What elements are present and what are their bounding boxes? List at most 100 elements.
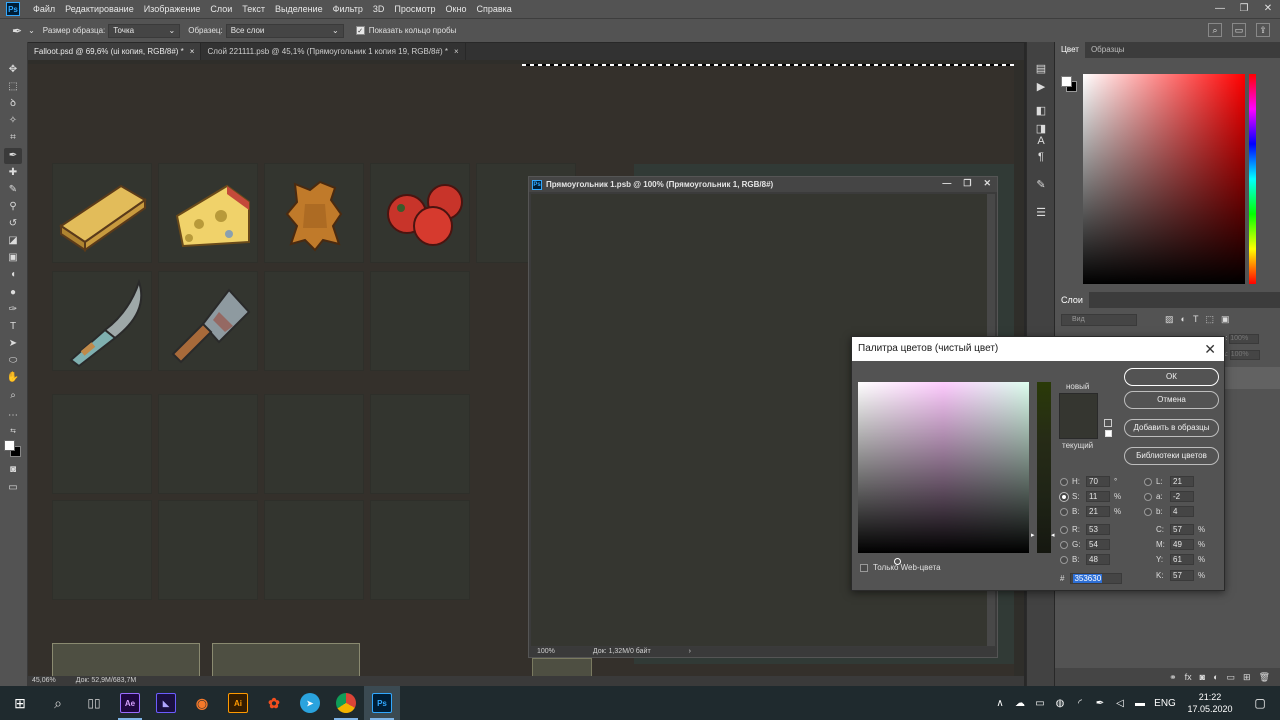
slot-machete[interactable] bbox=[52, 271, 152, 371]
menu-select[interactable]: Выделение bbox=[270, 0, 328, 18]
radio-h[interactable] bbox=[1060, 477, 1068, 486]
add-to-swatches-button[interactable]: Добавить в образцы bbox=[1124, 419, 1219, 437]
maximize-button[interactable]: ❐ bbox=[1232, 0, 1256, 18]
paragraph-icon[interactable]: ¶ bbox=[1034, 150, 1048, 164]
saturation-brightness-field[interactable] bbox=[858, 382, 1029, 565]
character-icon[interactable]: A bbox=[1034, 134, 1048, 148]
taskbar-illustrator[interactable]: Ai bbox=[220, 686, 256, 720]
share-icon[interactable]: ⇪ bbox=[1256, 23, 1270, 37]
slot-cheese[interactable] bbox=[158, 163, 258, 263]
menu-view[interactable]: Просмотр bbox=[389, 0, 440, 18]
radio-g[interactable] bbox=[1060, 540, 1068, 549]
properties-icon[interactable]: ◧ bbox=[1034, 104, 1048, 118]
color-picker-titlebar[interactable]: Палитра цветов (чистый цвет) ✕ bbox=[852, 337, 1224, 361]
slider-arrow-right-icon[interactable]: ◂ bbox=[1051, 531, 1055, 539]
taskbar-search[interactable]: ⌕ bbox=[40, 686, 76, 720]
menu-edit[interactable]: Редактирование bbox=[60, 0, 139, 18]
app-tray-icon[interactable]: ◍ bbox=[1050, 698, 1070, 709]
brush-tool-icon[interactable]: ✎ bbox=[4, 182, 22, 198]
slot-empty[interactable] bbox=[264, 271, 364, 371]
ok-button[interactable]: ОК bbox=[1124, 368, 1219, 386]
floating-window-titlebar[interactable]: Ps Прямоугольник 1.psb @ 100% (Прямоугол… bbox=[529, 177, 997, 192]
lasso-tool-icon[interactable]: ꝺ bbox=[4, 96, 22, 112]
tab-swatches[interactable]: Образцы bbox=[1085, 42, 1131, 58]
radio-l[interactable] bbox=[1144, 477, 1152, 486]
input-h[interactable]: 70 bbox=[1086, 476, 1110, 487]
taskbar-blender[interactable]: ◉ bbox=[184, 686, 220, 720]
tab-layers[interactable]: Слои bbox=[1055, 292, 1089, 308]
chevron-right-icon[interactable]: › bbox=[689, 647, 691, 657]
volume-icon[interactable]: ◁ bbox=[1110, 698, 1130, 709]
path-select-icon[interactable]: ➤ bbox=[4, 336, 22, 352]
bottom-panel-small[interactable] bbox=[532, 658, 592, 676]
tab-falloot[interactable]: Falloot.psd @ 69,6% (ui копия, RGB/8#) *… bbox=[28, 43, 202, 60]
slot-cleaver[interactable] bbox=[158, 271, 258, 371]
taskbar-chrome[interactable] bbox=[328, 686, 364, 720]
hand-tool-icon[interactable]: ✋ bbox=[4, 370, 22, 386]
input-l[interactable]: 21 bbox=[1170, 476, 1194, 487]
layer-row[interactable] bbox=[1225, 367, 1280, 389]
swap-colors-icon[interactable]: ⇆ bbox=[4, 424, 22, 440]
taskbar-premiere[interactable]: ◣ bbox=[148, 686, 184, 720]
slot-empty[interactable] bbox=[52, 394, 152, 494]
web-colors-only[interactable]: Только Web-цвета bbox=[860, 563, 941, 572]
shape-tool-icon[interactable]: ⬭ bbox=[4, 353, 22, 369]
close-icon[interactable]: × bbox=[454, 43, 459, 60]
blur-tool-icon[interactable]: ◖ bbox=[4, 267, 22, 283]
actions-play-icon[interactable]: ▶ bbox=[1034, 80, 1048, 94]
notifications-icon[interactable]: ▢ bbox=[1240, 696, 1280, 710]
slot-empty[interactable] bbox=[52, 500, 152, 600]
adjustment-filter-icon[interactable]: ◐ bbox=[1181, 314, 1186, 325]
input-r[interactable]: 53 bbox=[1086, 524, 1110, 535]
input-y[interactable]: 61 bbox=[1170, 554, 1194, 565]
slot-empty[interactable] bbox=[370, 271, 470, 371]
marquee-tool-icon[interactable]: ⬚ bbox=[4, 79, 22, 95]
minimize-button[interactable]: — bbox=[1208, 0, 1232, 18]
trash-icon[interactable]: 🗑 bbox=[1259, 668, 1270, 686]
web-colors-checkbox[interactable] bbox=[860, 563, 868, 572]
taskbar-photoshop[interactable]: Ps bbox=[364, 686, 400, 720]
usb-icon[interactable]: ▬ bbox=[1130, 698, 1150, 709]
foreground-background-colors[interactable] bbox=[4, 440, 22, 458]
slot-empty[interactable] bbox=[264, 500, 364, 600]
gradient-tool-icon[interactable]: ▣ bbox=[4, 250, 22, 266]
group-icon[interactable]: ▭ bbox=[1227, 668, 1236, 686]
slot-empty[interactable] bbox=[264, 394, 364, 494]
taskbar-telegram[interactable]: ➤ bbox=[292, 686, 328, 720]
new-layer-icon[interactable]: ⊞ bbox=[1243, 668, 1251, 686]
close-icon[interactable]: × bbox=[190, 43, 195, 60]
menu-layers[interactable]: Слои bbox=[205, 0, 237, 18]
history-brush-icon[interactable]: ↺ bbox=[4, 216, 22, 232]
adjustment-layer-icon[interactable]: ◐ bbox=[1213, 668, 1218, 686]
screen-mode-icon[interactable]: ▭ bbox=[4, 480, 22, 496]
menu-3d[interactable]: 3D bbox=[368, 0, 390, 18]
slot-tomatoes[interactable] bbox=[370, 163, 470, 263]
input-s[interactable]: 11 bbox=[1086, 491, 1110, 502]
start-button[interactable]: ⊞ bbox=[0, 695, 40, 712]
input-lab-b[interactable]: 4 bbox=[1170, 506, 1194, 517]
input-blue[interactable]: 48 bbox=[1086, 554, 1110, 565]
tab-color[interactable]: Цвет bbox=[1055, 42, 1085, 58]
history-icon[interactable]: ▤ bbox=[1034, 62, 1048, 76]
close-button[interactable]: ✕ bbox=[983, 178, 991, 189]
input-brightness[interactable]: 21 bbox=[1086, 506, 1110, 517]
color-slider[interactable] bbox=[1037, 382, 1051, 553]
bottom-panel-left[interactable] bbox=[52, 643, 200, 676]
search-icon[interactable]: ⌕ bbox=[1208, 23, 1222, 37]
eraser-tool-icon[interactable]: ◪ bbox=[4, 233, 22, 249]
fx-icon[interactable]: fx bbox=[1185, 668, 1192, 686]
menu-window[interactable]: Окно bbox=[441, 0, 472, 18]
zoom-level[interactable]: 45,06% bbox=[32, 676, 56, 686]
opacity-field[interactable]: 100% bbox=[1229, 334, 1260, 344]
pen-tool-icon[interactable]: ✑ bbox=[4, 302, 22, 318]
clock[interactable]: 21:22 17.05.2020 bbox=[1180, 691, 1240, 715]
input-c[interactable]: 57 bbox=[1170, 524, 1194, 535]
tab-layer-221111[interactable]: Слой 221111.psb @ 45,1% (Прямоугольник 1… bbox=[201, 43, 466, 60]
input-m[interactable]: 49 bbox=[1170, 539, 1194, 550]
slot-empty[interactable] bbox=[158, 500, 258, 600]
taskbar-figma[interactable]: ✿ bbox=[256, 686, 292, 720]
menu-image[interactable]: Изображение bbox=[139, 0, 206, 18]
zoom-tool-icon[interactable]: ⌕ bbox=[4, 388, 22, 404]
language-indicator[interactable]: ENG bbox=[1150, 698, 1180, 709]
wifi-icon[interactable]: ◜ bbox=[1070, 698, 1090, 709]
